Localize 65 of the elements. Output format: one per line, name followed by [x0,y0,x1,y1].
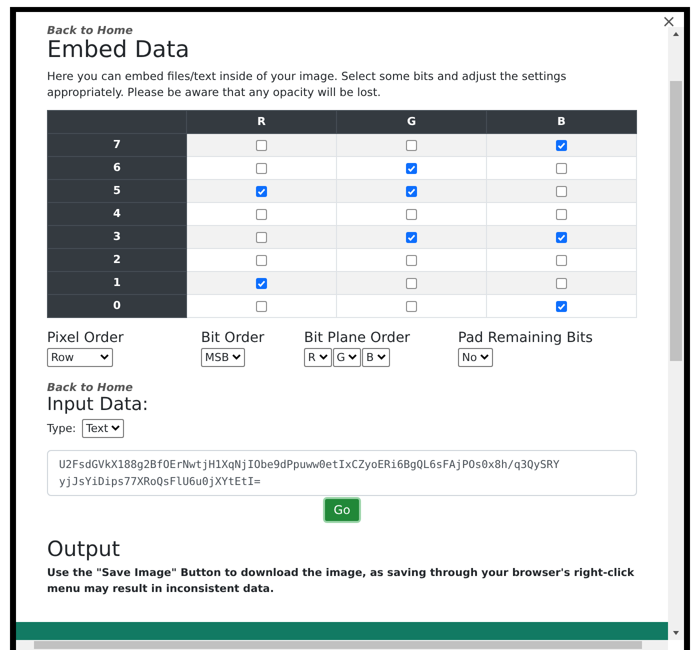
chevron-down-icon [480,354,489,360]
chevron-down-icon [348,354,358,360]
row-header: 1 [48,271,186,294]
checkbox[interactable] [256,208,267,220]
output-note: Use the "Save Image" Button to download the image, as saving through your browser's right-click menu may result in inconsistent data. [47,566,636,597]
dropdown[interactable]: Row [47,348,113,367]
checkbox[interactable] [256,186,267,197]
checkbox[interactable] [406,300,417,312]
checkbox[interactable] [406,162,417,174]
checkbox[interactable] [406,232,417,243]
vertical-scrollbar[interactable] [668,27,684,640]
chevron-down-icon [111,425,120,432]
row-header: 6 [48,156,186,180]
checkbox[interactable] [406,140,417,151]
dropdown[interactable]: No [458,348,493,367]
checkbox[interactable] [556,162,567,174]
checkbox[interactable] [556,186,567,197]
setting-label: Pixel Order [47,330,125,346]
checkbox[interactable] [256,254,267,266]
section-title: Output [47,536,121,561]
checkbox[interactable] [256,140,267,151]
checkbox[interactable] [406,254,417,266]
column-header: R [186,110,336,134]
chevron-down-icon [100,354,109,360]
checkbox[interactable] [406,278,417,289]
row-header: 3 [48,225,186,248]
row-header: 2 [48,248,186,272]
column-header: G [336,110,486,134]
checkbox[interactable] [556,278,567,289]
dropdown[interactable]: B [362,348,390,367]
checkbox[interactable] [556,254,567,266]
chevron-down-icon [318,354,328,360]
checkbox[interactable] [556,300,567,312]
type-label: Type: [47,422,76,435]
checkbox[interactable] [256,278,267,289]
setting-label: Bit Order [201,330,266,346]
chevron-down-icon [376,354,386,360]
dropdown[interactable]: G [332,348,362,367]
back-link[interactable]: Back to Home [47,380,637,394]
row-header: 4 [48,202,186,226]
checkbox[interactable] [556,232,567,243]
checkbox[interactable] [256,300,267,312]
checkbox[interactable] [556,208,567,220]
setting-label: Pad Remaining Bits [458,330,594,346]
row-header: 7 [48,133,186,156]
column-header: B [486,110,636,134]
checkbox[interactable] [406,186,417,197]
dropdown[interactable]: MSB [201,348,246,367]
section-title: Input Data: [47,394,150,415]
chevron-down-icon [232,354,242,360]
close-button[interactable]: × [662,14,676,31]
checkbox[interactable] [556,140,567,151]
row-header: 5 [48,179,186,202]
checkbox[interactable] [256,232,267,243]
dropdown[interactable]: R [304,348,332,367]
back-link[interactable]: Back to Home [47,24,637,37]
checkbox[interactable] [406,208,417,220]
go-button[interactable]: Go [322,496,362,523]
page-title: Embed Data [47,37,191,65]
setting-label: Bit Plane Order [304,330,412,346]
dropdown[interactable]: Text [82,418,124,438]
intro-text: Here you can embed files/text inside of your image. Select some bits and adjust the settings appropriately. Please be aware that any opacity will be lost. [47,68,568,101]
row-header: 0 [48,294,186,318]
input-field[interactable]: U2FsdGVkX188g2BfOErNwtjH1XqNjIObe9dPpuww0etIxCZyoERi6BgQL6sFAjPOs0x8h/q3QySRYyjJsYiDips77XRoQsFlU6u0jXYtEtI= [47,450,637,496]
checkbox[interactable] [256,162,267,174]
